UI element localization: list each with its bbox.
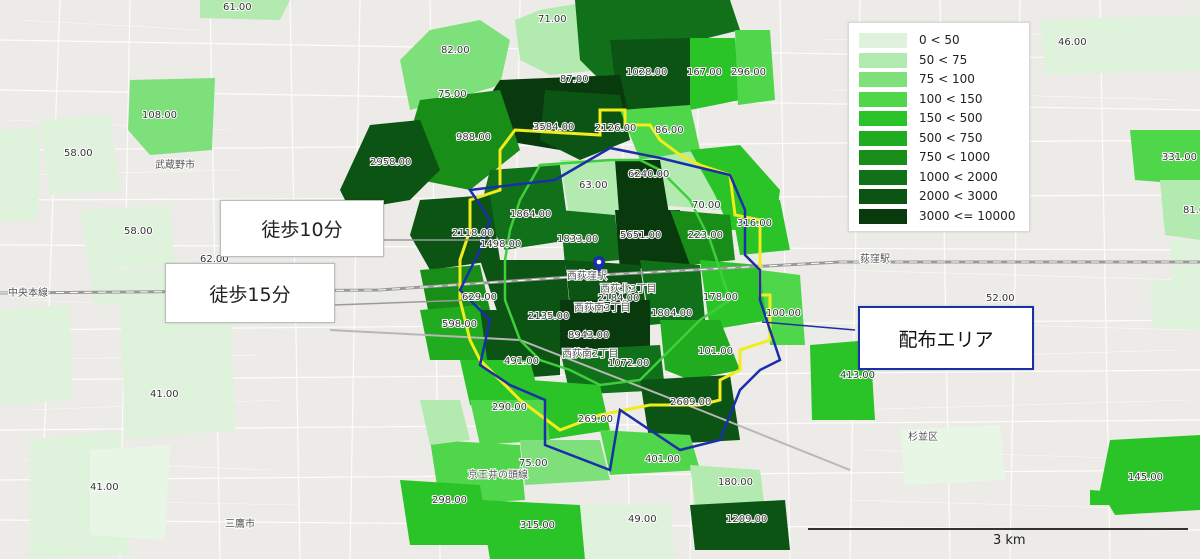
district-value-label: 87.00 [560,74,589,85]
district-value-label: 269.00 [578,414,613,425]
walk15-callout: 徒歩15分 [165,263,335,323]
station-pin-icon[interactable] [593,256,605,272]
place-label: 西荻北3丁目 [600,283,656,295]
district-value-label: 75.00 [519,458,548,469]
legend-label: 100 < 150 [919,91,983,106]
walk10-callout: 徒歩10分 [220,200,384,257]
district-value-label: 6240.00 [628,169,669,180]
legend-label: 1000 < 2000 [919,169,998,184]
legend-swatch [859,33,907,48]
district-value-label: 49.00 [628,514,657,525]
place-label: 杉並区 [908,430,938,443]
legend-label: 50 < 75 [919,52,968,67]
district-value-label: 81.00 [1183,205,1200,216]
legend-label: 0 < 50 [919,33,960,47]
legend-swatch [859,189,907,204]
district-value-label: 100.00 [766,308,801,319]
district-value-label: 61.00 [223,2,252,13]
district-value-label: 413.00 [840,370,875,381]
district-value-label: 316.00 [737,218,772,229]
district-value-label: 296.00 [731,67,766,78]
district-value-label: 58.00 [124,226,153,237]
district-value-label: 63.00 [579,180,608,191]
district-value-label: 8943.00 [568,330,609,341]
district-value-label: 2609.00 [670,397,711,408]
area-callout: 配布エリア [858,306,1034,370]
legend-label: 500 < 750 [919,130,983,145]
place-label: 荻窪駅 [860,252,890,265]
place-label: 三鷹市 [225,517,255,530]
district-value-label: 1804.00 [651,308,692,319]
legend-swatch [859,111,907,126]
district-value-label: 1864.00 [510,209,551,220]
legend-swatch [859,169,907,185]
district-value-label: 52.00 [986,293,1015,304]
district-value-label: 2118.00 [452,228,493,239]
district-value-label: 1028.00 [626,67,667,78]
place-label: 武蔵野市 [155,158,195,171]
legend-swatch [859,208,907,224]
district-value-label: 86.00 [655,125,684,136]
area-label: 配布エリア [898,328,994,351]
legend-swatch [859,150,907,165]
legend-label: 150 < 500 [919,111,983,125]
place-label: 京王井の頭線 [468,468,528,481]
walk15-label: 徒歩15分 [209,283,291,306]
district-value-label: 2958.00 [370,157,411,168]
district-value-label: 41.00 [90,482,119,493]
district-value-label: 71.00 [538,14,567,25]
district-value-label: 401.00 [645,454,680,465]
place-label: 西荻南3丁目 [574,301,630,314]
district-value-label: 223.00 [688,230,723,241]
district-value-label: 290.00 [492,402,527,413]
district-value-label: 598.00 [442,319,477,330]
district-value-label: 629.00 [462,292,497,303]
district-value-label: 167.00 [687,67,722,78]
district-value-label: 108.00 [142,110,177,121]
district-value-label: 331.00 [1162,152,1197,163]
legend: 0 < 50 50 < 75 75 < 100 100 < 150 150 < 500 5… [848,22,1030,232]
legend-label: 75 < 100 [919,72,975,86]
legend-swatch [859,91,907,107]
district-value-label: 2126.00 [595,123,636,134]
district-value-label: 180.00 [718,477,753,488]
district-value-label: 1209.00 [726,514,767,525]
legend-swatch [859,130,907,146]
legend-label: 3000 <= 10000 [919,208,1016,223]
legend-label: 750 < 1000 [919,150,991,164]
district-value-label: 145.00 [1128,472,1163,483]
legend-label: 2000 < 3000 [919,189,998,203]
scale-label: 3 km [993,533,1026,548]
district-value-label: 315.00 [520,520,555,531]
district-value-label: 1498.00 [480,239,521,250]
district-value-label: 298.00 [432,495,467,506]
scale-line [808,528,1188,530]
place-label: 西荻南2丁目 [562,347,618,360]
district-value-label: 1833.00 [557,234,598,245]
walk10-label: 徒歩10分 [261,219,343,241]
district-value-label: 58.00 [64,148,93,159]
district-value-label: 70.00 [692,200,721,211]
district-value-label: 178.00 [703,292,738,303]
district-value-label: 46.00 [1058,37,1087,48]
district-value-label: 491.00 [504,356,539,367]
district-value-label: 82.00 [441,45,470,56]
district-value-label: 75.00 [438,89,467,100]
place-label: 中央本線 [8,286,48,299]
legend-swatch [859,52,907,68]
legend-swatch [859,72,907,87]
district-value-label: 3584.00 [533,122,574,133]
district-value-label: 41.00 [150,389,179,400]
district-value-label: 101.00 [698,346,733,357]
district-value-label: 5651.00 [620,230,661,241]
district-value-label: 988.00 [456,132,491,143]
district-value-label: 2135.00 [528,311,569,322]
